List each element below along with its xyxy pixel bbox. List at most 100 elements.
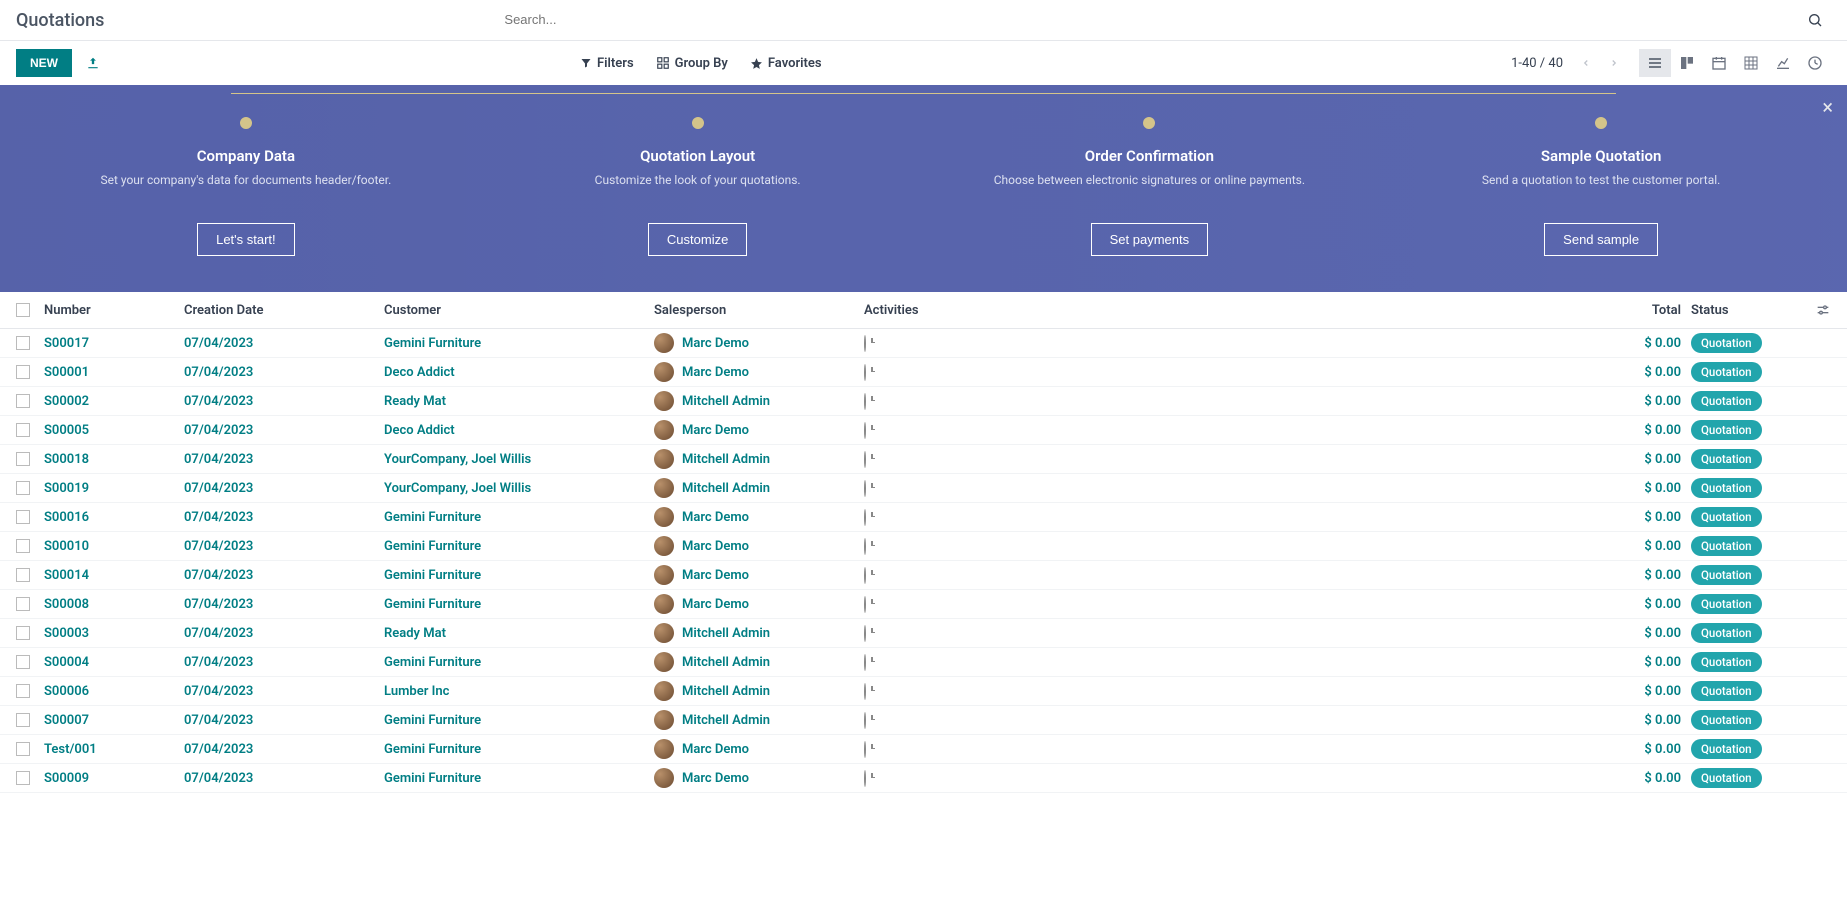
- creation-date-link[interactable]: 07/04/2023: [184, 742, 253, 757]
- clock-icon[interactable]: [864, 538, 866, 555]
- creation-date-link[interactable]: 07/04/2023: [184, 452, 253, 467]
- table-row[interactable]: S00017 07/04/2023 Gemini Furniture Marc …: [0, 329, 1847, 358]
- creation-date-link[interactable]: 07/04/2023: [184, 394, 253, 409]
- quotation-number-link[interactable]: S00014: [44, 568, 89, 583]
- quotation-number-link[interactable]: S00003: [44, 626, 89, 641]
- column-header-salesperson[interactable]: Salesperson: [654, 303, 864, 318]
- row-checkbox[interactable]: [16, 626, 30, 640]
- table-row[interactable]: S00001 07/04/2023 Deco Addict Marc Demo …: [0, 358, 1847, 387]
- row-checkbox[interactable]: [16, 655, 30, 669]
- step-button[interactable]: Set payments: [1091, 223, 1209, 256]
- row-checkbox[interactable]: [16, 481, 30, 495]
- quotation-number-link[interactable]: S00019: [44, 481, 89, 496]
- clock-icon[interactable]: [864, 364, 866, 381]
- quotation-number-link[interactable]: S00007: [44, 713, 89, 728]
- filters-button[interactable]: Filters: [580, 56, 634, 71]
- customer-link[interactable]: YourCompany, Joel Willis: [384, 481, 531, 496]
- creation-date-link[interactable]: 07/04/2023: [184, 365, 253, 380]
- customer-link[interactable]: Gemini Furniture: [384, 713, 481, 728]
- salesperson-link[interactable]: Marc Demo: [682, 597, 749, 612]
- salesperson-link[interactable]: Mitchell Admin: [682, 713, 770, 728]
- salesperson-link[interactable]: Mitchell Admin: [682, 452, 770, 467]
- row-checkbox[interactable]: [16, 597, 30, 611]
- quotation-number-link[interactable]: S00001: [44, 365, 89, 380]
- table-row[interactable]: S00008 07/04/2023 Gemini Furniture Marc …: [0, 590, 1847, 619]
- view-kanban-icon[interactable]: [1671, 49, 1703, 77]
- clock-icon[interactable]: [864, 596, 866, 613]
- creation-date-link[interactable]: 07/04/2023: [184, 481, 253, 496]
- creation-date-link[interactable]: 07/04/2023: [184, 539, 253, 554]
- quotation-number-link[interactable]: S00008: [44, 597, 89, 612]
- clock-icon[interactable]: [864, 741, 866, 758]
- clock-icon[interactable]: [864, 422, 866, 439]
- groupby-button[interactable]: Group By: [656, 56, 728, 71]
- customer-link[interactable]: Ready Mat: [384, 626, 446, 641]
- quotation-number-link[interactable]: S00005: [44, 423, 89, 438]
- customer-link[interactable]: Gemini Furniture: [384, 539, 481, 554]
- salesperson-link[interactable]: Marc Demo: [682, 423, 749, 438]
- salesperson-link[interactable]: Marc Demo: [682, 336, 749, 351]
- customer-link[interactable]: Gemini Furniture: [384, 336, 481, 351]
- customer-link[interactable]: Gemini Furniture: [384, 655, 481, 670]
- table-row[interactable]: S00005 07/04/2023 Deco Addict Marc Demo …: [0, 416, 1847, 445]
- customer-link[interactable]: Gemini Furniture: [384, 568, 481, 583]
- favorites-button[interactable]: Favorites: [750, 56, 822, 71]
- column-options-icon[interactable]: [1801, 302, 1831, 318]
- column-header-activities[interactable]: Activities: [864, 303, 1134, 318]
- row-checkbox[interactable]: [16, 452, 30, 466]
- clock-icon[interactable]: [864, 683, 866, 700]
- view-pivot-icon[interactable]: [1735, 49, 1767, 77]
- customer-link[interactable]: Gemini Furniture: [384, 510, 481, 525]
- row-checkbox[interactable]: [16, 510, 30, 524]
- clock-icon[interactable]: [864, 770, 866, 787]
- quotation-number-link[interactable]: Test/001: [44, 742, 97, 757]
- view-list-icon[interactable]: [1639, 49, 1671, 77]
- column-header-creation-date[interactable]: Creation Date: [184, 303, 384, 318]
- salesperson-link[interactable]: Marc Demo: [682, 510, 749, 525]
- search-input[interactable]: [504, 12, 1799, 27]
- creation-date-link[interactable]: 07/04/2023: [184, 336, 253, 351]
- salesperson-link[interactable]: Mitchell Admin: [682, 655, 770, 670]
- customer-link[interactable]: Ready Mat: [384, 394, 446, 409]
- customer-link[interactable]: Lumber Inc: [384, 684, 449, 699]
- table-row[interactable]: S00004 07/04/2023 Gemini Furniture Mitch…: [0, 648, 1847, 677]
- column-header-status[interactable]: Status: [1691, 303, 1801, 318]
- column-header-total[interactable]: Total: [1134, 303, 1691, 318]
- select-all-checkbox[interactable]: [16, 303, 30, 317]
- creation-date-link[interactable]: 07/04/2023: [184, 713, 253, 728]
- view-calendar-icon[interactable]: [1703, 49, 1735, 77]
- upload-icon[interactable]: [86, 55, 100, 71]
- table-row[interactable]: S00002 07/04/2023 Ready Mat Mitchell Adm…: [0, 387, 1847, 416]
- customer-link[interactable]: Gemini Furniture: [384, 597, 481, 612]
- view-activity-icon[interactable]: [1799, 49, 1831, 77]
- row-checkbox[interactable]: [16, 742, 30, 756]
- table-row[interactable]: S00007 07/04/2023 Gemini Furniture Mitch…: [0, 706, 1847, 735]
- row-checkbox[interactable]: [16, 684, 30, 698]
- table-row[interactable]: S00006 07/04/2023 Lumber Inc Mitchell Ad…: [0, 677, 1847, 706]
- close-icon[interactable]: ×: [1822, 95, 1833, 119]
- table-row[interactable]: S00019 07/04/2023 YourCompany, Joel Will…: [0, 474, 1847, 503]
- salesperson-link[interactable]: Mitchell Admin: [682, 684, 770, 699]
- clock-icon[interactable]: [864, 335, 866, 352]
- table-row[interactable]: S00003 07/04/2023 Ready Mat Mitchell Adm…: [0, 619, 1847, 648]
- salesperson-link[interactable]: Marc Demo: [682, 539, 749, 554]
- quotation-number-link[interactable]: S00010: [44, 539, 89, 554]
- row-checkbox[interactable]: [16, 539, 30, 553]
- row-checkbox[interactable]: [16, 771, 30, 785]
- pager-next-icon[interactable]: [1603, 52, 1625, 75]
- salesperson-link[interactable]: Marc Demo: [682, 365, 749, 380]
- clock-icon[interactable]: [864, 451, 866, 468]
- row-checkbox[interactable]: [16, 423, 30, 437]
- pager-prev-icon[interactable]: [1575, 52, 1597, 75]
- row-checkbox[interactable]: [16, 336, 30, 350]
- quotation-number-link[interactable]: S00004: [44, 655, 89, 670]
- quotation-number-link[interactable]: S00006: [44, 684, 89, 699]
- customer-link[interactable]: Gemini Furniture: [384, 742, 481, 757]
- clock-icon[interactable]: [864, 654, 866, 671]
- step-button[interactable]: Customize: [648, 223, 747, 256]
- search-icon[interactable]: [1799, 8, 1831, 32]
- clock-icon[interactable]: [864, 567, 866, 584]
- step-button[interactable]: Let's start!: [197, 223, 295, 256]
- creation-date-link[interactable]: 07/04/2023: [184, 568, 253, 583]
- clock-icon[interactable]: [864, 393, 866, 410]
